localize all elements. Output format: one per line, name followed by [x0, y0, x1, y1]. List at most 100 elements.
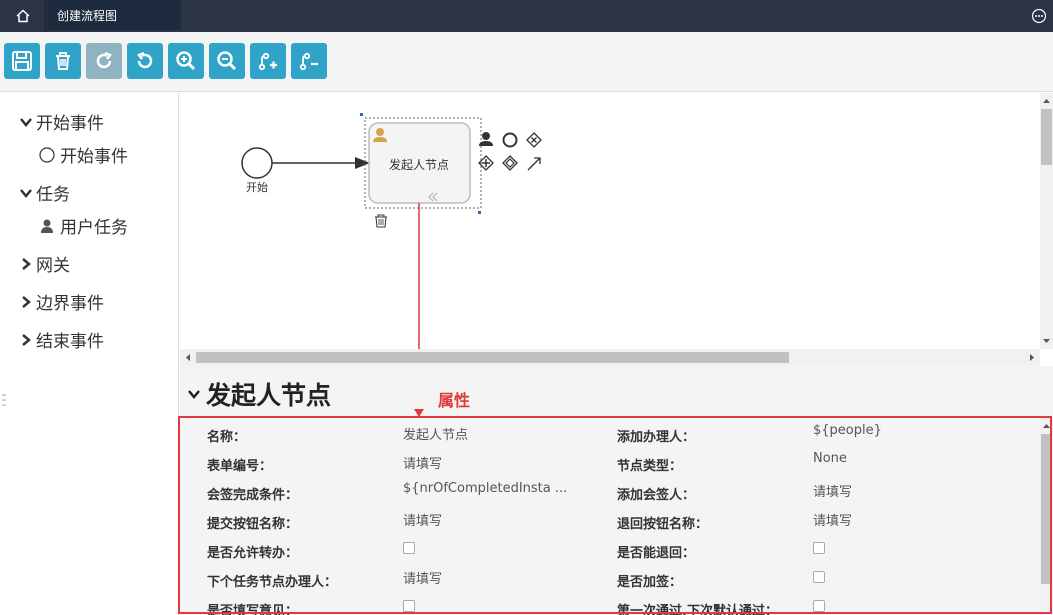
more-options-icon[interactable] — [1031, 8, 1047, 24]
allow-return-checkbox[interactable] — [813, 542, 825, 554]
palette-group-label: 结束事件 — [36, 332, 104, 352]
property-label: 提交按钮名称： — [207, 517, 299, 532]
undo-icon — [137, 51, 153, 69]
flow-arrowhead — [355, 157, 370, 169]
save-icon — [12, 51, 32, 71]
property-value[interactable]: 请填写 — [403, 510, 442, 529]
start-event[interactable] — [241, 147, 273, 179]
property-label: 下个任务节点办理人： — [207, 575, 338, 590]
allow-transfer-checkbox[interactable] — [403, 542, 415, 554]
undo-button[interactable] — [127, 43, 163, 79]
palette-group-end-events[interactable]: 结束事件 — [18, 327, 104, 352]
property-label: 是否能退回： — [617, 546, 696, 561]
property-label: 是否加签： — [617, 575, 683, 590]
branch-remove-icon — [299, 52, 318, 71]
property-label: 是否填写意见： — [207, 604, 299, 615]
property-value[interactable]: 请填写 — [813, 510, 852, 529]
palette-item-user-task[interactable]: 用户任务 — [38, 213, 128, 238]
connect-arrow-icon[interactable] — [527, 157, 541, 171]
append-exclusive-gateway-icon[interactable] — [526, 132, 542, 148]
tab-create-flow[interactable]: 创建流程图 — [47, 0, 181, 32]
property-row: 提交按钮名称： 请填写 退回按钮名称： 请填写 — [180, 511, 1040, 540]
scrollbar-thumb[interactable] — [196, 352, 789, 363]
palette-group-start-events[interactable]: 开始事件 — [18, 109, 104, 134]
resize-handle[interactable] — [2, 393, 6, 407]
properties-vertical-scrollbar[interactable] — [1040, 418, 1053, 615]
user-task-label: 发起人节点 — [389, 157, 449, 172]
property-value[interactable]: 请填写 — [403, 568, 442, 587]
property-label: 退回按钮名称： — [617, 517, 709, 532]
selection-handle[interactable] — [478, 211, 481, 214]
delete-node-icon[interactable] — [375, 214, 387, 228]
zoom-out-button[interactable] — [209, 43, 245, 79]
element-palette: 开始事件 开始事件 任务 用户任务 网关 边界事件 结束事件 — [0, 93, 179, 615]
property-row: 名称： 发起人节点 添加办理人： ${people} — [180, 423, 1040, 453]
palette-group-label: 边界事件 — [36, 294, 104, 314]
property-row: 表单编号： 请填写 节点类型： None — [180, 451, 1040, 482]
property-row: 是否允许转办： 是否能退回： — [180, 540, 1040, 569]
chevron-right-icon — [22, 295, 31, 308]
property-value[interactable]: 请填写 — [813, 481, 852, 500]
redo-icon — [96, 51, 112, 69]
fill-opinion-checkbox[interactable] — [403, 600, 415, 612]
diagram-canvas[interactable]: 开始 发起人节点 — [180, 93, 1040, 349]
selection-handle[interactable] — [360, 113, 363, 116]
zoom-in-button[interactable] — [168, 43, 204, 79]
properties-panel: 名称： 发起人节点 添加办理人： ${people} 表单编号： 请填写 节点类… — [180, 418, 1053, 615]
palette-group-gateways[interactable]: 网关 — [18, 251, 70, 276]
palette-item-start-event[interactable]: 开始事件 — [38, 142, 128, 167]
property-label: 添加会签人： — [617, 488, 696, 503]
property-label: 会签完成条件： — [207, 488, 299, 503]
home-button[interactable] — [0, 0, 46, 32]
append-end-event-icon[interactable] — [502, 132, 518, 148]
canvas-vertical-scrollbar[interactable] — [1040, 93, 1053, 349]
palette-group-label: 开始事件 — [36, 114, 104, 134]
user-icon — [41, 219, 53, 233]
chevron-down-icon — [20, 188, 32, 198]
append-inclusive-gateway-icon[interactable] — [502, 155, 518, 171]
scrollbar-thumb[interactable] — [1041, 434, 1052, 584]
add-branch-button[interactable] — [250, 43, 286, 79]
palette-group-tasks[interactable]: 任务 — [18, 180, 70, 205]
property-value[interactable]: 发起人节点 — [403, 424, 468, 443]
property-row: 会签完成条件： ${nrOfCompletedInsta ... 添加会签人： … — [180, 481, 1040, 511]
property-label: 表单编号： — [207, 459, 273, 474]
default-pass-checkbox[interactable] — [813, 600, 825, 612]
home-icon — [15, 9, 30, 23]
property-value[interactable]: ${people} — [813, 423, 882, 438]
palette-group-label: 任务 — [36, 185, 70, 205]
property-row: 是否填写意见： 第一次通过,下次默认通过： — [180, 598, 1040, 615]
property-label: 第一次通过,下次默认通过： — [617, 604, 778, 615]
properties-annotation: 属性 — [438, 391, 471, 410]
add-signer-checkbox[interactable] — [813, 571, 825, 583]
property-label: 添加办理人： — [617, 430, 696, 445]
chevron-right-icon — [22, 257, 31, 270]
save-button[interactable] — [4, 43, 40, 79]
start-event-label: 开始 — [246, 180, 268, 194]
property-label: 名称： — [207, 430, 247, 445]
palette-group-boundary-events[interactable]: 边界事件 — [18, 289, 104, 314]
property-label: 是否允许转办： — [207, 546, 299, 561]
palette-item-label: 用户任务 — [60, 218, 128, 238]
palette-item-label: 开始事件 — [60, 147, 128, 167]
circle-icon — [39, 146, 55, 163]
chevron-down-icon — [20, 117, 32, 127]
property-label: 节点类型： — [617, 459, 683, 474]
top-bar: 创建流程图 — [0, 0, 1053, 32]
canvas-horizontal-scrollbar[interactable] — [180, 349, 1040, 366]
chevron-right-icon — [22, 333, 31, 346]
redo-button[interactable] — [86, 43, 122, 79]
scrollbar-thumb[interactable] — [1041, 109, 1052, 165]
property-value[interactable]: ${nrOfCompletedInsta ... — [403, 481, 567, 496]
property-value[interactable]: None — [813, 451, 847, 466]
zoom-out-icon — [217, 51, 237, 71]
chevron-down-icon[interactable] — [186, 386, 202, 402]
delete-button[interactable] — [45, 43, 81, 79]
property-row: 下个任务节点办理人： 请填写 是否加签： — [180, 569, 1040, 598]
palette-group-label: 网关 — [36, 256, 70, 276]
remove-branch-button[interactable] — [291, 43, 327, 79]
properties-title: 发起人节点 — [206, 381, 332, 410]
toolbar — [0, 32, 1053, 92]
property-value[interactable]: 请填写 — [403, 453, 442, 472]
zoom-in-icon — [176, 51, 196, 71]
